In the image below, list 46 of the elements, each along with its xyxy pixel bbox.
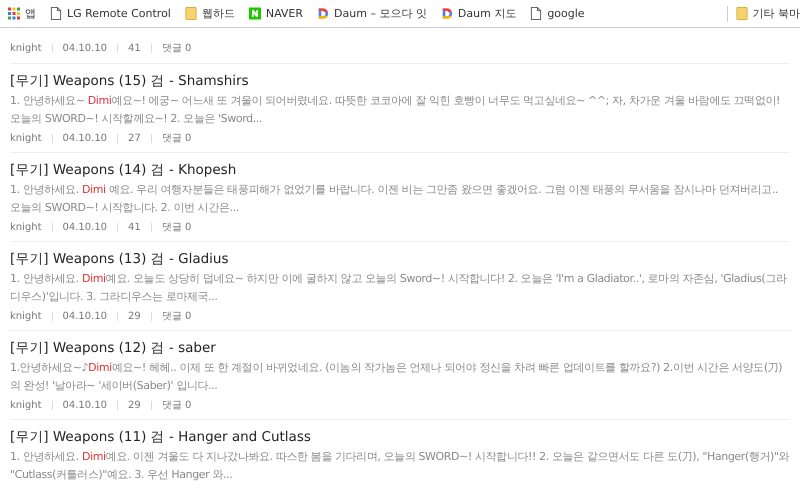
post-date: 04.10.10	[62, 42, 108, 55]
post-snippet: 1. 안녕하세요. Dimi 예요. 우리 여행자분들은 태풍피해가 없었기를 바랍니다. 이젠 비는 그만좀 왔으면 좋겠어요. 그럼 이젠 태풍의 무서움을 잠시나마 던져버리고.. 오늘의 SWORD~! 시작합니다. 2. 이번 시간은...	[10, 182, 780, 216]
post-snippet: 1.안녕하세요~♪Dimi예요~! 헤헤.. 이제 또 한 계절이 바뀌었네요. (이놈의 작가놈은 언제나 되어야 정신을 차려 빠른 업데이트를 할까요?) 2.이번 시간은 서양도(刀)의 완성! '날아라~ '세이버(Saber)' 입니다...	[10, 360, 784, 394]
post-author: knight	[10, 399, 42, 412]
post-title[interactable]: [무기] Weapons (12) 검 - saber	[10, 339, 790, 357]
d-logo-icon	[317, 7, 330, 20]
post-views: 29	[128, 399, 141, 412]
post-title[interactable]: [무기] Weapons (14) 검 - Khopesh	[10, 161, 790, 179]
post-date: 04.10.10	[62, 310, 108, 323]
page-icon	[50, 7, 62, 20]
post-snippet: 1. 안녕하세요. Dimi예요. 오늘도 상당히 덥네요~ 하지만 이에 굴하지 않고 오늘의 Sword~! 시작합니다! 2. 오늘은 'I'm a Gladiator..', 로마의 자존심, 'Gladius(그라디우스)'입니다. 3. 그라디우스는 로마제국...	[10, 271, 788, 305]
bookmark[interactable]: 웹하드	[184, 6, 235, 21]
d-logo-icon	[440, 7, 453, 20]
post-comments: 댓글 0	[162, 221, 192, 234]
post-title[interactable]: [무기] Weapons (11) 검 - Hanger and Cutlass	[10, 428, 790, 446]
post-author: knight	[10, 221, 42, 234]
bookmark[interactable]: 기타 북마	[736, 6, 800, 21]
post-comments: 댓글 0	[162, 42, 192, 55]
folder-icon	[736, 7, 748, 20]
post-comments: 댓글 0	[162, 399, 192, 412]
post-title[interactable]: [무기] Weapons (13) 검 - Gladius	[10, 250, 790, 268]
page-icon	[530, 7, 542, 20]
bookmark[interactable]: 앱	[8, 6, 36, 21]
post-date: 04.10.10	[62, 132, 108, 145]
post-views: 27	[128, 132, 141, 145]
bookmark[interactable]: NAVER	[248, 7, 304, 20]
post-author: knight	[10, 310, 42, 323]
bookmark[interactable]: google	[530, 7, 585, 20]
post-date: 04.10.10	[62, 399, 108, 412]
post-author: knight	[10, 132, 42, 145]
bookmark[interactable]: LG Remote Control	[50, 7, 171, 20]
apps-grid-icon	[8, 7, 20, 20]
post-date: 04.10.10	[62, 221, 108, 234]
post-snippet: 1. 안녕하세요~ Dimi예요~! 에궁~ 어느새 또 겨울이 되어버렸네요. 따뜻한 코코아에 잘 익힌 호빵이 너무도 먹고싶네요~ ^^; 자, 차가운 겨울 바람에도 끄떡없이! 오늘의 SWORD~! 시작할께요~! 2. 오늘은 'Sword...	[10, 93, 781, 127]
post-views: 41	[128, 221, 141, 234]
post-views: 41	[128, 42, 141, 55]
post-comments: 댓글 0	[162, 310, 192, 323]
post-snippet: 1. 안녕하세요. Dimi예요. 이젠 겨울도 다 지나갔나봐요. 따스한 봄을 기다리며, 오늘의 SWORD~! 시작합니다!! 2. 오늘은 같으면서도 다른 도(刀), "Hanger(행거)"와 "Cutlass(커틀러스)"예요. 3. 우선 Hanger 와...	[10, 449, 790, 483]
post-author: knight	[10, 42, 42, 55]
post-views: 29	[128, 310, 141, 323]
post-comments: 댓글 0	[162, 132, 192, 145]
bookmark[interactable]: Daum 지도	[440, 6, 516, 21]
folder-icon	[184, 7, 197, 20]
n-logo-icon	[248, 7, 261, 20]
post-title[interactable]: [무기] Weapons (15) 검 - Shamshirs	[10, 72, 790, 90]
bookmark[interactable]: Daum – 모으다 잇	[317, 6, 427, 21]
